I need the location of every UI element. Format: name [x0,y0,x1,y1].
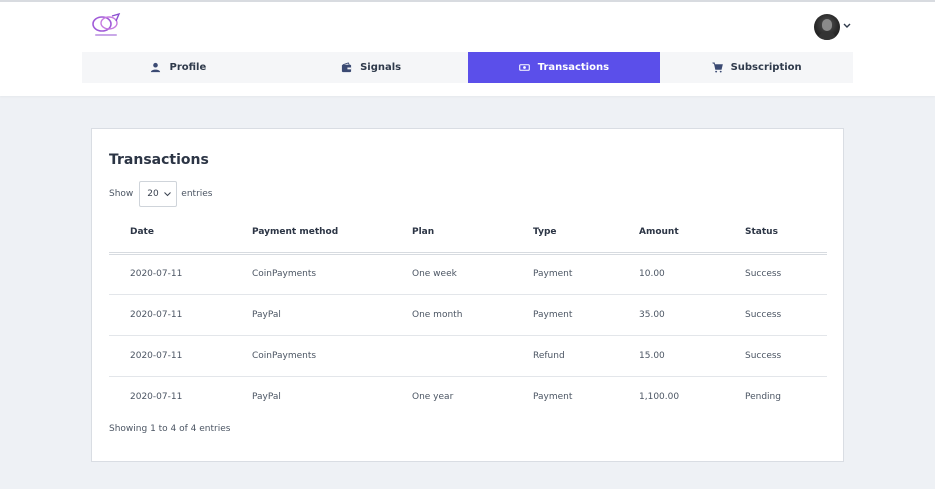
cell-amount: 10.00 [618,253,724,295]
cell-payment-method: CoinPayments [231,253,391,295]
cell-plan: One year [412,391,454,402]
column-header-plan[interactable]: Plan [391,213,512,255]
show-label: Show [109,189,134,199]
wallet-icon [342,62,352,73]
tab-label: Subscription [730,62,802,73]
cell-type: Payment [512,253,618,295]
tab-label: Transactions [537,62,610,73]
cell-payment-method: PayPal [252,391,281,402]
avatar-body [818,31,836,40]
cell-type: Payment [512,294,618,336]
chevron-down-icon[interactable] [843,21,851,31]
chevron-down-icon [164,191,172,196]
table-row: 2020-07-11 CoinPayments One week Payment… [109,253,827,295]
cell-amount: 35.00 [618,294,724,336]
cell-type: Refund [512,335,618,377]
cell-date: 2020-07-11 [109,294,231,336]
cell-date: 2020-07-11 [109,335,231,377]
table-info: Showing 1 to 4 of 4 entries [109,424,231,434]
page-title: Transactions [109,152,209,168]
cell-date: 2020-07-11 [109,253,231,295]
page-size-select[interactable]: 20 [139,181,178,207]
tab-transactions[interactable]: Transactions [467,52,661,83]
money-icon [518,64,530,71]
column-header-payment-method[interactable]: Payment method [231,213,391,255]
cell-type: Payment [533,391,573,402]
cell-status: Success [724,294,827,336]
tab-profile[interactable]: Profile [82,52,275,83]
cell-payment-method: PayPal [231,294,391,336]
cell-plan: One month [391,294,512,336]
tab-label: Signals [360,62,402,73]
cell-status: Success [724,335,827,377]
table-row: 2020-07-11 CoinPayments Refund 15.00 Suc… [109,335,827,377]
avatar[interactable] [814,14,840,40]
cell-plan [391,335,512,377]
entries-label: entries [181,189,213,199]
transactions-table: Date Payment method Plan Type Amount Sta… [109,213,827,417]
cell-status: Pending [745,391,781,402]
cell-status: Success [724,253,827,295]
column-header-type[interactable]: Type [512,213,618,255]
cell-payment-method: CoinPayments [231,335,391,377]
page-length-control: Show 20 entries [109,181,213,207]
column-header-date[interactable]: Date [109,213,231,255]
transactions-card: Transactions Show 20 entries Date Paymen… [91,128,844,462]
tab-label: Profile [169,62,207,73]
brand-logo-icon[interactable] [90,13,122,39]
tab-signals[interactable]: Signals [275,52,468,83]
avatar-face [822,19,832,31]
cell-amount: 1,100.00 [639,391,680,402]
cell-date: 2020-07-11 [130,391,183,402]
table-row: 2020-07-11 PayPal One year Payment 1,100… [109,376,827,417]
page-size-value: 20 [147,189,159,199]
table-row: 2020-07-11 PayPal One month Payment 35.0… [109,294,827,336]
cell-amount: 15.00 [618,335,724,377]
column-header-amount[interactable]: Amount [618,213,724,255]
table-header-row: Date Payment method Plan Type Amount Sta… [109,213,827,255]
tab-subscription[interactable]: Subscription [660,52,853,83]
cart-icon [712,62,723,73]
column-header-status[interactable]: Status [724,213,827,255]
user-icon [151,62,161,73]
nav-tabs: Profile Signals Transactions Subscriptio… [82,52,853,83]
cell-plan: One week [391,253,512,295]
top-header: Profile Signals Transactions Subscriptio… [0,0,935,96]
